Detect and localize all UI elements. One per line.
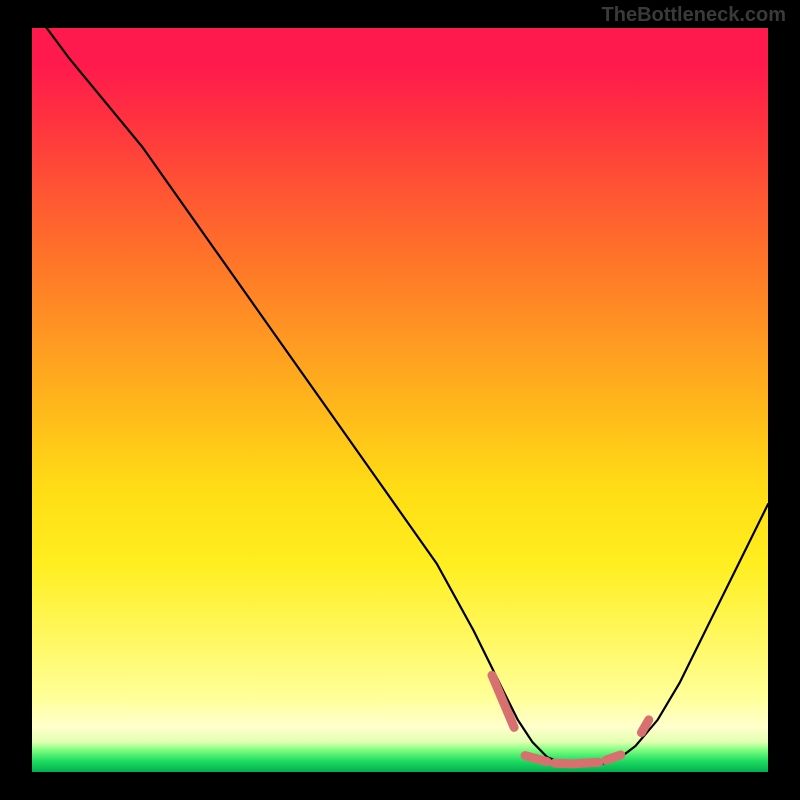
chart-background-gradient (32, 28, 768, 772)
watermark-text: TheBottleneck.com (602, 4, 786, 27)
chart-plot-area (32, 28, 768, 772)
